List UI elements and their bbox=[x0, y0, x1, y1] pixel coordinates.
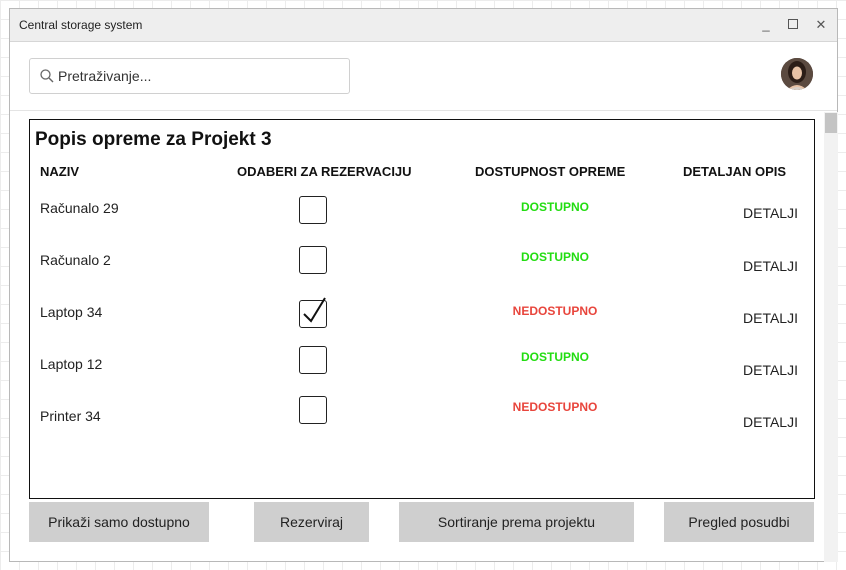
status-badge: DOSTUPNO bbox=[520, 200, 589, 214]
page-title: Popis opreme za Projekt 3 bbox=[35, 129, 272, 150]
loans-overview-button[interactable]: Pregled posudbi bbox=[664, 502, 814, 542]
close-icon[interactable]: ✕ bbox=[811, 15, 831, 35]
scrollbar[interactable] bbox=[824, 112, 838, 562]
status-badge: NEDOSTUPNO bbox=[512, 400, 598, 414]
header-bar bbox=[10, 43, 837, 111]
avatar[interactable] bbox=[781, 58, 813, 90]
equipment-name: Laptop 12 bbox=[40, 356, 103, 372]
minimize-icon[interactable]: _ bbox=[756, 15, 776, 35]
equipment-name: Računalo 2 bbox=[40, 252, 111, 268]
app-window: Central storage system _ ✕ Popis opreme … bbox=[9, 8, 838, 562]
details-link[interactable]: DETALJI bbox=[743, 205, 798, 221]
checkmark-icon bbox=[303, 297, 326, 323]
status-badge: DOSTUPNO bbox=[520, 250, 589, 264]
column-header-availability: DOSTUPNOST OPREME bbox=[475, 164, 626, 179]
details-link[interactable]: DETALJI bbox=[743, 258, 798, 274]
reserve-checkbox[interactable] bbox=[299, 196, 327, 224]
details-link[interactable]: DETALJI bbox=[743, 414, 798, 430]
status-badge: DOSTUPNO bbox=[520, 350, 589, 364]
reserve-checkbox[interactable] bbox=[299, 246, 327, 274]
reserve-checkbox[interactable] bbox=[299, 346, 327, 374]
column-header-select: ODABERI ZA REZERVACIJU bbox=[237, 164, 412, 179]
reserve-checkbox[interactable] bbox=[299, 297, 327, 328]
scrollbar-thumb[interactable] bbox=[825, 113, 837, 133]
reserve-checkbox[interactable] bbox=[299, 396, 327, 424]
details-link[interactable]: DETALJI bbox=[743, 362, 798, 378]
reserve-button[interactable]: Rezerviraj bbox=[254, 502, 369, 542]
maximize-icon[interactable] bbox=[783, 15, 803, 35]
details-link[interactable]: DETALJI bbox=[743, 310, 798, 326]
search-icon bbox=[40, 69, 54, 83]
title-bar: Central storage system _ ✕ bbox=[10, 9, 837, 42]
status-badge: NEDOSTUPNO bbox=[512, 304, 598, 318]
equipment-name: Printer 34 bbox=[40, 408, 101, 424]
sort-by-project-button[interactable]: Sortiranje prema projektu bbox=[399, 502, 634, 542]
equipment-name: Računalo 29 bbox=[40, 200, 119, 216]
search-input[interactable] bbox=[58, 65, 344, 87]
equipment-name: Laptop 34 bbox=[40, 304, 103, 320]
equipment-list-panel: Popis opreme za Projekt 3 NAZIV ODABERI … bbox=[29, 119, 815, 499]
column-header-name: NAZIV bbox=[40, 164, 79, 179]
search-box[interactable] bbox=[29, 58, 350, 94]
column-header-description: DETALJAN OPIS bbox=[683, 164, 787, 179]
show-available-button[interactable]: Prikaži samo dostupno bbox=[29, 502, 209, 542]
window-title: Central storage system bbox=[19, 18, 143, 32]
